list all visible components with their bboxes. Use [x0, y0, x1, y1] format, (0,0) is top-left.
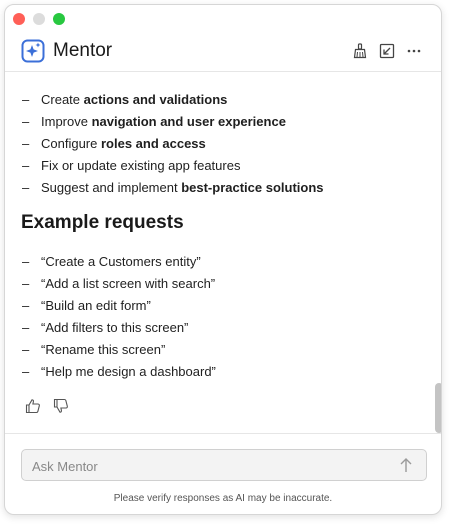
panel-header: Mentor: [5, 33, 441, 72]
thumbs-up-icon: [25, 399, 40, 414]
collapse-icon: [379, 43, 395, 59]
list-item: – “Build an edit form”: [22, 298, 151, 313]
example-requests-list: – “Create a Customers entity” – “Add a lis…: [5, 251, 216, 383]
list-item: – Suggest and implement best-practice sol…: [22, 180, 324, 195]
list-item: – “Add filters to this screen”: [22, 320, 189, 335]
list-item: – “Create a Customers entity”: [22, 254, 201, 269]
send-button[interactable]: [398, 456, 414, 474]
feedback-bar: [25, 398, 69, 414]
arrow-up-icon: [400, 458, 412, 472]
ask-mentor-input[interactable]: [30, 455, 374, 477]
zoom-window-button[interactable]: [53, 13, 65, 25]
more-options-button[interactable]: [405, 42, 423, 60]
close-window-button[interactable]: [13, 13, 25, 25]
list-item: – Configure roles and access: [22, 136, 206, 151]
message-composer: [21, 449, 427, 481]
list-item: – “Help me design a dashboard”: [22, 364, 216, 379]
ai-disclaimer: Please verify responses as AI may be ina…: [113, 493, 333, 504]
more-icon: [407, 49, 421, 53]
capabilities-list: – Create actions and validations – Improve…: [5, 89, 324, 199]
collapse-panel-button[interactable]: [378, 42, 396, 60]
clear-chat-button[interactable]: [351, 42, 369, 60]
sparkle-icon: [21, 39, 45, 63]
divider: [5, 433, 441, 434]
thumbs-down-button[interactable]: [53, 398, 69, 414]
section-heading: Example requests: [21, 212, 184, 233]
scrollbar-thumb[interactable]: [435, 383, 441, 433]
broom-icon: [353, 43, 367, 59]
list-item: – Fix or update existing app features: [22, 158, 241, 173]
list-item: – “Rename this screen”: [22, 342, 166, 357]
app-title: Mentor: [53, 40, 113, 61]
mentor-window: Mentor – Create actions and validations …: [4, 4, 442, 515]
list-item: – Improve navigation and user experience: [22, 114, 286, 129]
thumbs-down-icon: [53, 398, 68, 413]
list-item: – Create actions and validations: [22, 92, 228, 107]
thumbs-up-button[interactable]: [25, 398, 41, 414]
chat-transcript[interactable]: – Create actions and validations – Improve…: [5, 72, 433, 432]
window-controls: [13, 13, 65, 25]
minimize-window-button[interactable]: [33, 13, 45, 25]
list-item: – “Add a list screen with search”: [22, 276, 216, 291]
